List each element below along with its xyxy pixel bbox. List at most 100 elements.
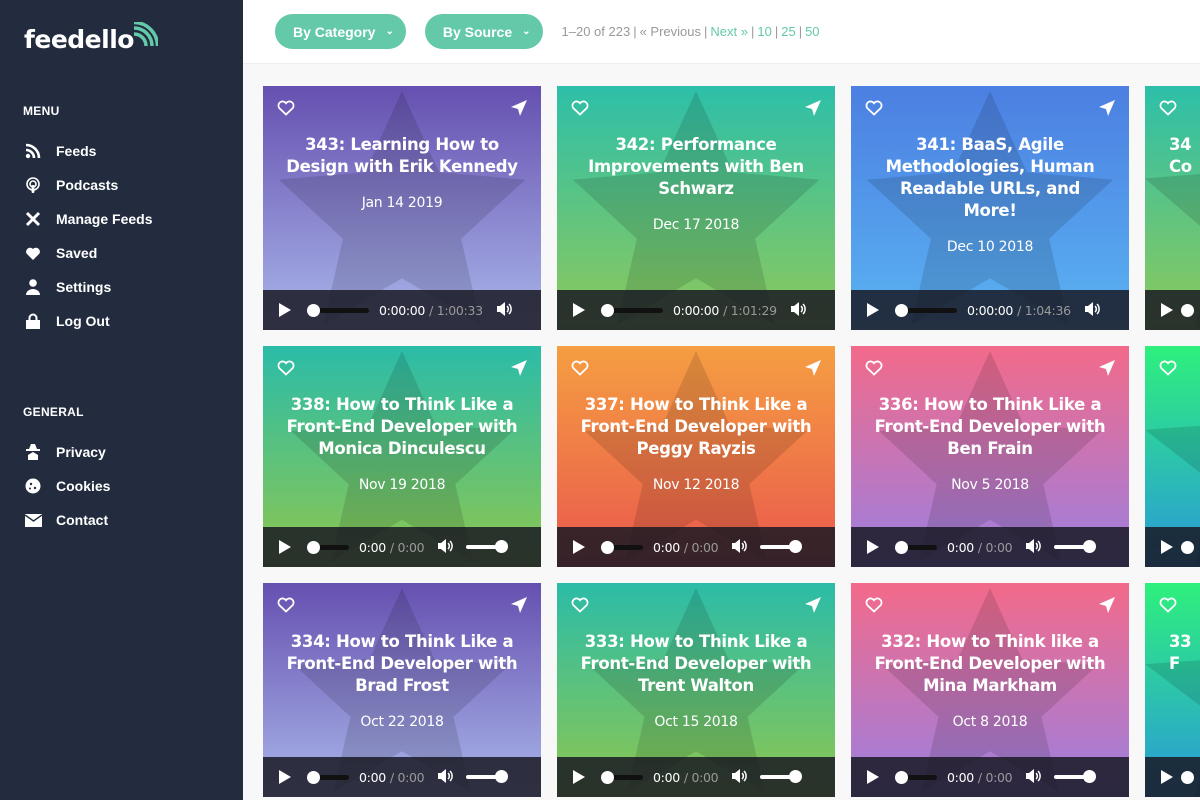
episode-title[interactable]: 337: How to Think Like a Front-End Devel… <box>577 394 815 460</box>
sidebar-item-saved[interactable]: Saved <box>24 236 224 270</box>
seek-slider[interactable] <box>307 770 349 784</box>
share-send-icon[interactable] <box>805 100 821 121</box>
play-icon[interactable] <box>279 770 291 784</box>
save-heart-icon[interactable] <box>865 100 883 121</box>
seek-slider[interactable] <box>1181 770 1194 784</box>
sidebar-item-privacy[interactable]: Privacy <box>24 435 224 469</box>
seek-slider[interactable] <box>307 540 349 554</box>
sidebar-item-podcasts[interactable]: Podcasts <box>24 168 224 202</box>
episode-card[interactable]: 343: Learning How to Design with Erik Ke… <box>263 86 541 330</box>
sidebar-item-cookies[interactable]: Cookies <box>24 469 224 503</box>
episode-title[interactable]: 33 F <box>1169 631 1200 675</box>
volume-icon[interactable] <box>438 768 454 786</box>
episode-card[interactable]: 341: BaaS, Agile Methodologies, Human Re… <box>851 86 1129 330</box>
play-icon[interactable] <box>573 540 585 554</box>
play-icon[interactable] <box>1161 540 1173 554</box>
episode-title[interactable]: 336: How to Think Like a Front-End Devel… <box>871 394 1109 460</box>
share-send-icon[interactable] <box>511 597 527 618</box>
episode-title[interactable]: 338: How to Think Like a Front-End Devel… <box>283 394 521 460</box>
share-send-icon[interactable] <box>1099 597 1115 618</box>
save-heart-icon[interactable] <box>571 597 589 618</box>
seek-slider[interactable] <box>601 770 643 784</box>
seek-slider[interactable] <box>307 303 369 317</box>
episode-card[interactable]: 333: How to Think Like a Front-End Devel… <box>557 583 835 797</box>
play-icon[interactable] <box>867 303 879 317</box>
volume-icon[interactable] <box>1026 538 1042 556</box>
episode-card[interactable]: 342: Performance Improvements with Ben S… <box>557 86 835 330</box>
share-send-icon[interactable] <box>511 360 527 381</box>
volume-slider[interactable] <box>466 540 509 553</box>
episode-card[interactable]: 337: How to Think Like a Front-End Devel… <box>557 346 835 567</box>
sidebar-item-settings[interactable]: Settings <box>24 270 224 304</box>
play-icon[interactable] <box>279 540 291 554</box>
volume-icon[interactable] <box>790 301 807 319</box>
episode-card[interactable]: 338: How to Think Like a Front-End Devel… <box>263 346 541 567</box>
volume-icon[interactable] <box>438 538 454 556</box>
save-heart-icon[interactable] <box>1159 100 1177 121</box>
share-send-icon[interactable] <box>1099 100 1115 121</box>
save-heart-icon[interactable] <box>1159 360 1177 381</box>
episode-title[interactable]: 34 Co <box>1169 134 1200 178</box>
episode-title[interactable]: 334: How to Think Like a Front-End Devel… <box>283 631 521 697</box>
volume-icon[interactable] <box>732 768 748 786</box>
page-size-10[interactable]: 10 <box>757 24 771 39</box>
save-heart-icon[interactable] <box>571 360 589 381</box>
episode-card[interactable]: 332: How to Think like a Front-End Devel… <box>851 583 1129 797</box>
volume-icon[interactable] <box>496 301 513 319</box>
sidebar-item-log-out[interactable]: Log Out <box>24 304 224 338</box>
save-heart-icon[interactable] <box>277 360 295 381</box>
seek-slider[interactable] <box>1181 540 1194 554</box>
seek-slider[interactable] <box>895 303 957 317</box>
page-size-50[interactable]: 50 <box>805 24 819 39</box>
save-heart-icon[interactable] <box>571 100 589 121</box>
volume-slider[interactable] <box>1054 770 1097 783</box>
share-send-icon[interactable] <box>805 360 821 381</box>
episode-title[interactable]: 341: BaaS, Agile Methodologies, Human Re… <box>871 134 1109 222</box>
share-send-icon[interactable] <box>805 597 821 618</box>
save-heart-icon[interactable] <box>865 360 883 381</box>
volume-slider[interactable] <box>1054 540 1097 553</box>
previous-link[interactable]: « Previous <box>640 24 701 39</box>
play-icon[interactable] <box>867 770 879 784</box>
volume-slider[interactable] <box>760 770 803 783</box>
episode-title[interactable]: 342: Performance Improvements with Ben S… <box>577 134 815 200</box>
play-icon[interactable] <box>573 303 585 317</box>
episode-card[interactable] <box>1145 346 1200 567</box>
sidebar-item-feeds[interactable]: Feeds <box>24 134 224 168</box>
save-heart-icon[interactable] <box>277 100 295 121</box>
episode-card[interactable]: 33 F <box>1145 583 1200 797</box>
volume-slider[interactable] <box>466 770 509 783</box>
volume-icon[interactable] <box>1084 301 1101 319</box>
save-heart-icon[interactable] <box>865 597 883 618</box>
logo[interactable]: feedello <box>24 22 158 54</box>
episode-title[interactable]: 333: How to Think Like a Front-End Devel… <box>577 631 815 697</box>
episode-title[interactable]: 343: Learning How to Design with Erik Ke… <box>283 134 521 178</box>
play-icon[interactable] <box>867 540 879 554</box>
episode-card[interactable]: 334: How to Think Like a Front-End Devel… <box>263 583 541 797</box>
share-send-icon[interactable] <box>1099 360 1115 381</box>
seek-slider[interactable] <box>1181 303 1194 317</box>
sidebar-item-contact[interactable]: Contact <box>24 503 224 537</box>
volume-slider[interactable] <box>760 540 803 553</box>
play-icon[interactable] <box>1161 770 1173 784</box>
seek-slider[interactable] <box>895 540 937 554</box>
page-size-25[interactable]: 25 <box>781 24 795 39</box>
play-icon[interactable] <box>279 303 291 317</box>
episode-title[interactable]: 332: How to Think like a Front-End Devel… <box>871 631 1109 697</box>
next-link[interactable]: Next » <box>710 24 748 39</box>
volume-icon[interactable] <box>1026 768 1042 786</box>
sidebar-item-manage-feeds[interactable]: Manage Feeds <box>24 202 224 236</box>
episode-card[interactable]: 336: How to Think Like a Front-End Devel… <box>851 346 1129 567</box>
seek-slider[interactable] <box>895 770 937 784</box>
save-heart-icon[interactable] <box>277 597 295 618</box>
by-source-dropdown[interactable]: By Source ⌄ <box>424 14 543 49</box>
seek-slider[interactable] <box>601 303 663 317</box>
episode-card[interactable]: 34 Co <box>1145 86 1200 330</box>
volume-icon[interactable] <box>732 538 748 556</box>
by-category-dropdown[interactable]: By Category ⌄ <box>275 14 406 49</box>
save-heart-icon[interactable] <box>1159 597 1177 618</box>
seek-slider[interactable] <box>601 540 643 554</box>
share-send-icon[interactable] <box>511 100 527 121</box>
play-icon[interactable] <box>1161 303 1173 317</box>
play-icon[interactable] <box>573 770 585 784</box>
